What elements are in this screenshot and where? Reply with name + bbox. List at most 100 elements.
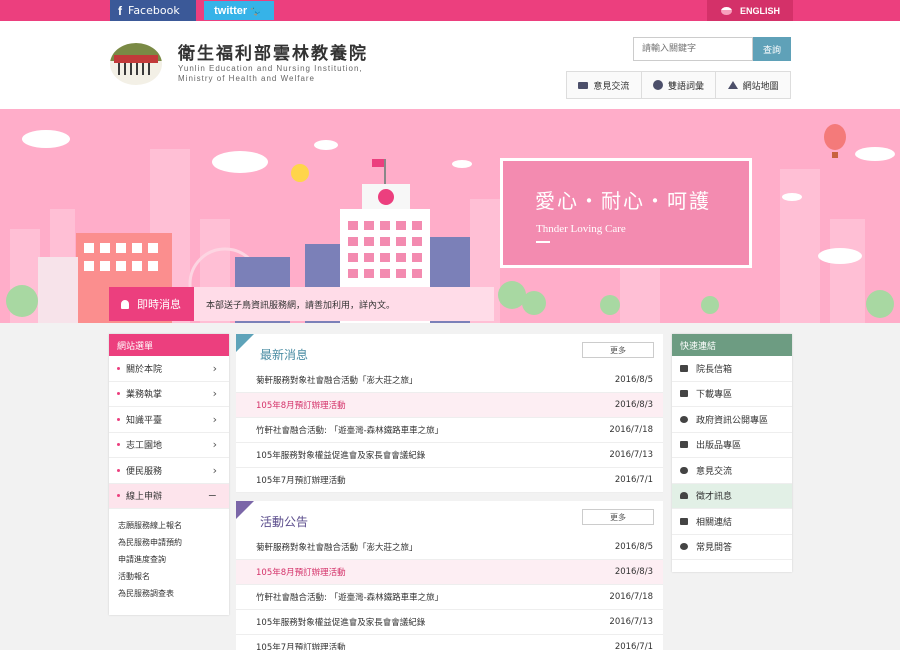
user-add-icon	[680, 492, 688, 500]
quick-link-label: 徵才訊息	[696, 492, 733, 503]
submenu-item[interactable]: 為民服務申請預約	[118, 534, 229, 551]
search-input[interactable]	[633, 37, 753, 61]
event-title: 菊軒服務對象社會融合活動「澎大莊之旅」	[256, 543, 418, 553]
comment-icon	[680, 466, 688, 474]
quick-link-faq[interactable]: 常見問答	[672, 535, 792, 560]
english-button[interactable]: ENGLISH	[707, 0, 793, 21]
event-title: 竹軒社會融合活動: 「遊臺灣-森林鐵路車車之旅」	[256, 593, 444, 603]
events-list: 菊軒服務對象社會融合活動「澎大莊之旅」 2016/8/5 105年8月預訂辦理活動…	[236, 535, 663, 650]
quick-link-label: 意見交流	[696, 466, 733, 477]
search-button[interactable]: 查詢	[753, 37, 791, 61]
sitemap-icon	[727, 81, 738, 89]
tool-label: 網站地圖	[742, 81, 779, 92]
menu-item-business[interactable]: 業務執掌 ›	[109, 382, 229, 407]
news-date: 2016/7/18	[609, 425, 653, 435]
news-row[interactable]: 竹軒社會融合活動: 「遊臺灣-森林鐵路車車之旅」 2016/7/18	[236, 418, 663, 443]
news-row[interactable]: 105年8月預訂辦理活動 2016/8/3	[236, 393, 663, 418]
event-date: 2016/8/3	[614, 567, 653, 577]
site-logo[interactable]	[110, 43, 162, 85]
bullet-icon	[117, 392, 120, 396]
event-row[interactable]: 竹軒社會融合活動: 「遊臺灣-森林鐵路車車之旅」 2016/7/18	[236, 585, 663, 610]
news-row[interactable]: 105年服務對象權益促進會及家長會會議紀錄 2016/7/13	[236, 443, 663, 468]
twitter-button[interactable]: twitter 🐦	[204, 1, 274, 20]
tool-feedback[interactable]: 意見交流	[567, 72, 642, 98]
facebook-label: Facebook	[128, 4, 180, 17]
event-row[interactable]: 105年8月預訂辦理活動 2016/8/3	[236, 560, 663, 585]
quick-link-downloads[interactable]: 下載專區	[672, 382, 792, 407]
submenu-item[interactable]: 活動報名	[118, 568, 229, 585]
event-title: 105年7月預訂辦理活動	[256, 643, 346, 650]
facebook-icon: f	[118, 3, 122, 18]
menu-item-label: 知識平臺	[126, 415, 163, 426]
quick-link-gov-info[interactable]: 政府資訊公開專區	[672, 407, 792, 433]
latest-news-more-button[interactable]: 更多	[582, 342, 654, 358]
events-more-button[interactable]: 更多	[582, 509, 654, 525]
event-date: 2016/7/1	[614, 642, 653, 650]
quick-link-director-mailbox[interactable]: 院長信箱	[672, 356, 792, 382]
quick-link-publications[interactable]: 出版品專區	[672, 433, 792, 458]
facebook-button[interactable]: f Facebook	[110, 0, 196, 21]
panel-corner-decoration	[236, 334, 254, 352]
online-apply-submenu: 志願服務線上報名 為民服務申請預約 申請進度查詢 活動報名 為民服務調查表	[109, 509, 229, 602]
subtitle-line-2: Ministry of Health and Welfare	[178, 74, 316, 83]
news-date: 2016/8/3	[614, 400, 653, 410]
mail-icon	[578, 81, 589, 89]
news-date: 2016/8/5	[614, 375, 653, 385]
top-bar: f Facebook twitter 🐦 ENGLISH	[0, 0, 900, 21]
slogan-text: 愛心・耐心・呵護	[535, 189, 711, 213]
dictionary-icon	[653, 80, 663, 90]
site-title[interactable]: 衛生福利部雲林教養院	[178, 39, 368, 64]
tool-sitemap[interactable]: 網站地圖	[716, 72, 791, 98]
news-row[interactable]: 菊軒服務對象社會融合活動「澎大莊之旅」 2016/8/5	[236, 368, 663, 393]
event-row[interactable]: 105年服務對象權益促進會及家長會會議紀錄 2016/7/13	[236, 610, 663, 635]
submenu-item[interactable]: 志願服務線上報名	[118, 517, 229, 534]
tool-bilingual[interactable]: 雙語詞彙	[641, 72, 717, 98]
quick-link-label: 政府資訊公開專區	[696, 415, 769, 426]
quick-link-label: 出版品專區	[696, 441, 742, 452]
twitter-label: twitter	[214, 4, 248, 17]
event-title: 105年服務對象權益促進會及家長會會議紀錄	[256, 618, 426, 628]
news-title: 竹軒社會融合活動: 「遊臺灣-森林鐵路車車之旅」	[256, 426, 444, 436]
event-row[interactable]: 105年7月預訂辦理活動 2016/7/1	[236, 635, 663, 650]
slogan-box: 愛心・耐心・呵護 Thnder Loving Care	[500, 158, 752, 268]
site-subtitle: Yunlin Education and Nursing Institution…	[178, 64, 363, 84]
menu-item-services[interactable]: 便民服務 ›	[109, 458, 229, 484]
latest-news-title: 最新消息	[260, 348, 309, 362]
quick-links-title: 快速連結	[672, 334, 792, 356]
menu-item-label: 便民服務	[126, 466, 163, 477]
quick-link-related[interactable]: 相關連結	[672, 509, 792, 535]
news-ticker[interactable]: 本部送子鳥資訊服務網，請善加利用，詳內文。	[194, 287, 494, 321]
submenu-item[interactable]: 為民服務調查表	[118, 585, 229, 602]
chevron-right-icon: ›	[212, 361, 217, 375]
bullet-icon	[117, 366, 120, 370]
info-icon	[680, 415, 688, 423]
news-title: 105年服務對象權益促進會及家長會會議紀錄	[256, 451, 426, 461]
twitter-bird-icon: 🐦	[250, 5, 264, 17]
menu-item-volunteer[interactable]: 志工園地 ›	[109, 433, 229, 458]
chevron-right-icon: ›	[212, 438, 217, 452]
quick-link-label: 院長信箱	[696, 364, 733, 375]
event-row[interactable]: 菊軒服務對象社會融合活動「澎大莊之旅」 2016/8/5	[236, 535, 663, 560]
quick-link-recruitment[interactable]: 徵才訊息	[672, 483, 792, 509]
chevron-right-icon: ›	[212, 463, 217, 477]
news-row[interactable]: 105年7月預訂辦理活動 2016/7/1	[236, 468, 663, 493]
event-date: 2016/8/5	[614, 542, 653, 552]
bullet-icon	[117, 468, 120, 472]
events-panel: 活動公告 更多 菊軒服務對象社會融合活動「澎大莊之旅」 2016/8/5 105年…	[236, 501, 663, 650]
quick-link-feedback[interactable]: 意見交流	[672, 458, 792, 484]
latest-news-panel: 最新消息 更多 菊軒服務對象社會融合活動「澎大莊之旅」 2016/8/5 105年…	[236, 334, 663, 493]
submenu-item[interactable]: 申請進度查詢	[118, 551, 229, 568]
collapse-icon: −	[207, 489, 217, 503]
mail-icon	[680, 364, 688, 372]
menu-item-about[interactable]: 關於本院 ›	[109, 356, 229, 382]
chevron-right-icon: ›	[212, 387, 217, 401]
bell-icon	[121, 299, 129, 309]
menu-item-label: 線上申辦	[126, 492, 163, 503]
news-title: 菊軒服務對象社會融合活動「澎大莊之旅」	[256, 376, 418, 386]
slogan-underline	[536, 241, 550, 243]
menu-item-online-apply[interactable]: 線上申辦 −	[109, 483, 229, 509]
publication-icon	[680, 441, 688, 449]
menu-item-knowledge[interactable]: 知識平臺 ›	[109, 407, 229, 433]
subtitle-line-1: Yunlin Education and Nursing Institution…	[178, 64, 363, 73]
quick-link-label: 相關連結	[696, 517, 733, 528]
